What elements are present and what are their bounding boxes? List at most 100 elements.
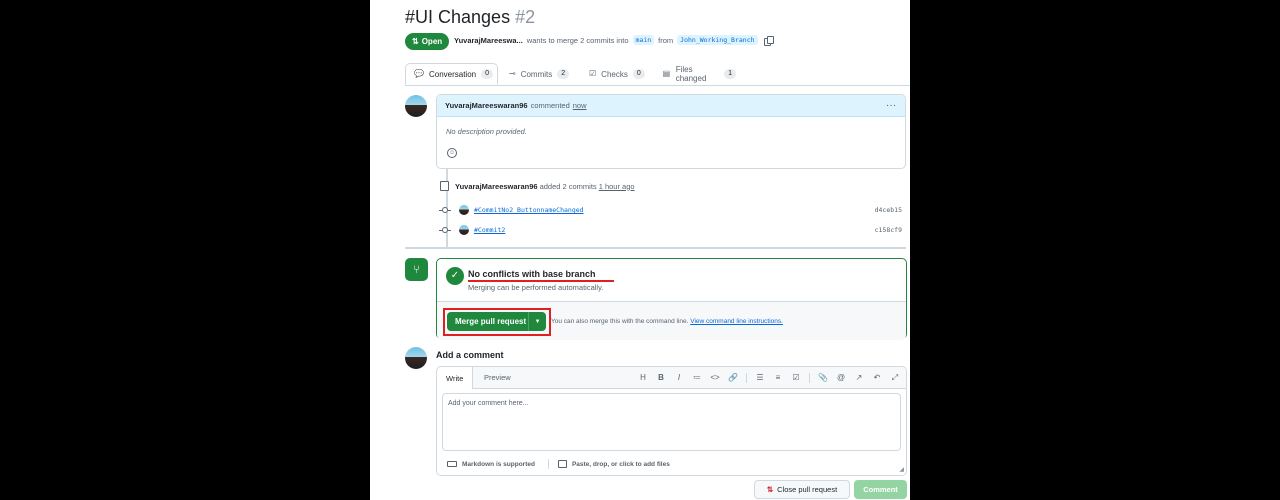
tab-preview[interactable]: Preview — [475, 367, 520, 388]
toolbar-divider — [746, 372, 747, 383]
repo-push-icon — [440, 181, 449, 191]
merge-footer: Merge pull request ▼ You can also merge … — [437, 301, 906, 340]
event-action: added 2 commits — [539, 181, 597, 191]
timeline-divider — [405, 247, 906, 249]
comment-editor: Write Preview H B I ≔ <> 🔗 ☰ ≡ ☑ 📎 @ ↗ ↶… — [436, 366, 907, 476]
head-branch[interactable]: John_Working_Branch — [677, 35, 758, 45]
pull-request-icon: ⇅ — [412, 37, 419, 46]
attach-note[interactable]: Paste, drop, or click to add files — [572, 461, 670, 468]
commit-sha[interactable]: c158cf9 — [875, 226, 908, 234]
kebab-menu-icon[interactable]: ··· — [887, 101, 898, 110]
comment-action: commented — [530, 101, 570, 110]
markdown-note[interactable]: Markdown is supported — [462, 461, 535, 468]
tab-counter: 0 — [632, 69, 645, 79]
comment-card: YuvarajMareeswaran96 commented now ··· N… — [436, 94, 906, 169]
attach-icon[interactable]: 📎 — [818, 373, 828, 382]
check-icon: ✓ — [446, 267, 464, 285]
tab-label: Conversation — [428, 69, 477, 79]
commit-icon — [439, 207, 451, 213]
comment-button[interactable]: Comment — [854, 480, 907, 499]
commit-icon: ⊸ — [509, 69, 516, 78]
comment-body: No description provided. — [446, 127, 527, 136]
git-pull-request-closed-icon: ⇅ — [766, 485, 774, 494]
markdown-icon — [447, 461, 457, 467]
italic-icon[interactable]: I — [674, 373, 684, 382]
smiley-icon[interactable]: ☺ — [447, 148, 457, 158]
commit-link[interactable]: #CommitNo2_ButtonnameChanged — [474, 206, 584, 214]
quote-icon[interactable]: ≔ — [692, 373, 702, 382]
tab-checks[interactable]: ☑ Checks 0 — [581, 63, 651, 85]
command-line-note: You can also merge this with the command… — [551, 318, 783, 325]
tab-write[interactable]: Write — [437, 367, 474, 389]
author-link[interactable]: YuvarajMareeswa... — [454, 36, 523, 45]
heading-icon[interactable]: H — [638, 373, 648, 382]
tab-label: Checks — [601, 69, 628, 79]
task-list-icon[interactable]: ☑ — [791, 373, 801, 382]
fullscreen-icon[interactable]: ⤢ — [890, 373, 900, 383]
event-time[interactable]: 1 hour ago — [599, 182, 635, 191]
commit-event: YuvarajMareeswaran96 added 2 commits 1 h… — [440, 181, 635, 191]
copy-icon[interactable] — [763, 35, 774, 46]
unordered-list-icon[interactable]: ≡ — [773, 373, 783, 382]
editor-toolbar: Write Preview H B I ≔ <> 🔗 ☰ ≡ ☑ 📎 @ ↗ ↶… — [437, 367, 906, 389]
commit-row: #CommitNo2_ButtonnameChanged d4ceb15 — [439, 204, 908, 216]
annotation-underline — [468, 280, 614, 282]
comment-author[interactable]: YuvarajMareeswaran96 — [445, 101, 528, 110]
pull-request-page: #UI Changes #2 ⇅ Open YuvarajMareeswa...… — [370, 0, 910, 500]
comment-icon: 💬 — [414, 69, 424, 78]
from-text: from — [658, 35, 674, 45]
code-icon[interactable]: <> — [710, 373, 720, 382]
resize-handle-icon[interactable]: ◢ — [899, 466, 904, 473]
mention-icon[interactable]: @ — [836, 373, 846, 382]
formatting-tools: H B I ≔ <> 🔗 ☰ ≡ ☑ 📎 @ ↗ ↶ ⤢ — [638, 367, 900, 388]
file-diff-icon: ▤ — [662, 69, 671, 78]
tab-counter: 0 — [481, 69, 494, 79]
comment-textarea[interactable] — [442, 393, 901, 451]
comment-time[interactable]: now — [573, 101, 587, 110]
pr-meta: YuvarajMareeswa... wants to merge 2 comm… — [454, 35, 774, 46]
commit-icon — [439, 227, 451, 233]
merge-status-subtitle: Merging can be performed automatically. — [468, 283, 604, 292]
merge-text: wants to merge 2 commits into — [526, 35, 629, 45]
tab-counter: 2 — [557, 69, 570, 79]
close-pull-request-button[interactable]: ⇅ Close pull request — [754, 480, 850, 499]
commit-sha[interactable]: d4ceb15 — [875, 206, 908, 214]
pr-number: #2 — [515, 7, 536, 27]
tab-counter: 1 — [724, 69, 736, 79]
close-button-label: Close pull request — [777, 485, 838, 494]
base-branch[interactable]: main — [632, 35, 655, 45]
tab-label: Files changed — [675, 65, 707, 83]
ordered-list-icon[interactable]: ☰ — [755, 373, 765, 382]
avatar[interactable] — [459, 225, 469, 235]
reference-icon[interactable]: ↗ — [854, 373, 864, 382]
commit-row: #Commit2 c158cf9 — [439, 224, 908, 236]
status-badge: ⇅ Open — [405, 33, 450, 50]
command-line-link[interactable]: View command line instructions. — [690, 318, 783, 325]
caret-down-icon[interactable]: ▼ — [528, 312, 546, 331]
checklist-icon: ☑ — [589, 69, 597, 78]
event-author[interactable]: YuvarajMareeswaran96 — [455, 182, 538, 191]
tab-conversation[interactable]: 💬 Conversation 0 — [405, 63, 498, 85]
avatar[interactable] — [459, 205, 469, 215]
bold-icon[interactable]: B — [656, 373, 666, 382]
merge-button[interactable]: Merge pull request ▼ — [447, 312, 546, 331]
page-title: #UI Changes #2 — [405, 7, 535, 28]
avatar[interactable] — [405, 95, 427, 117]
merge-status-title: No conflicts with base branch — [468, 269, 596, 279]
git-merge-icon: ⑂ — [405, 258, 428, 281]
tab-commits[interactable]: ⊸ Commits 2 — [501, 63, 577, 85]
merge-button-label: Merge pull request — [455, 317, 527, 326]
pr-title: #UI Changes — [405, 7, 511, 27]
add-comment-title: Add a comment — [436, 350, 504, 360]
commit-link[interactable]: #Commit2 — [474, 226, 505, 234]
reply-icon[interactable]: ↶ — [872, 373, 882, 382]
tab-label: Commits — [520, 69, 553, 79]
merge-box: ✓ No conflicts with base branch Merging … — [436, 258, 907, 340]
image-icon — [557, 460, 567, 468]
tab-files-changed[interactable]: ▤ Files changed 1 — [654, 63, 744, 85]
toolbar-divider — [809, 372, 810, 383]
link-icon[interactable]: 🔗 — [728, 373, 738, 382]
status-label: Open — [421, 37, 443, 46]
comment-header: YuvarajMareeswaran96 commented now ··· — [437, 95, 905, 117]
avatar[interactable] — [405, 347, 427, 369]
